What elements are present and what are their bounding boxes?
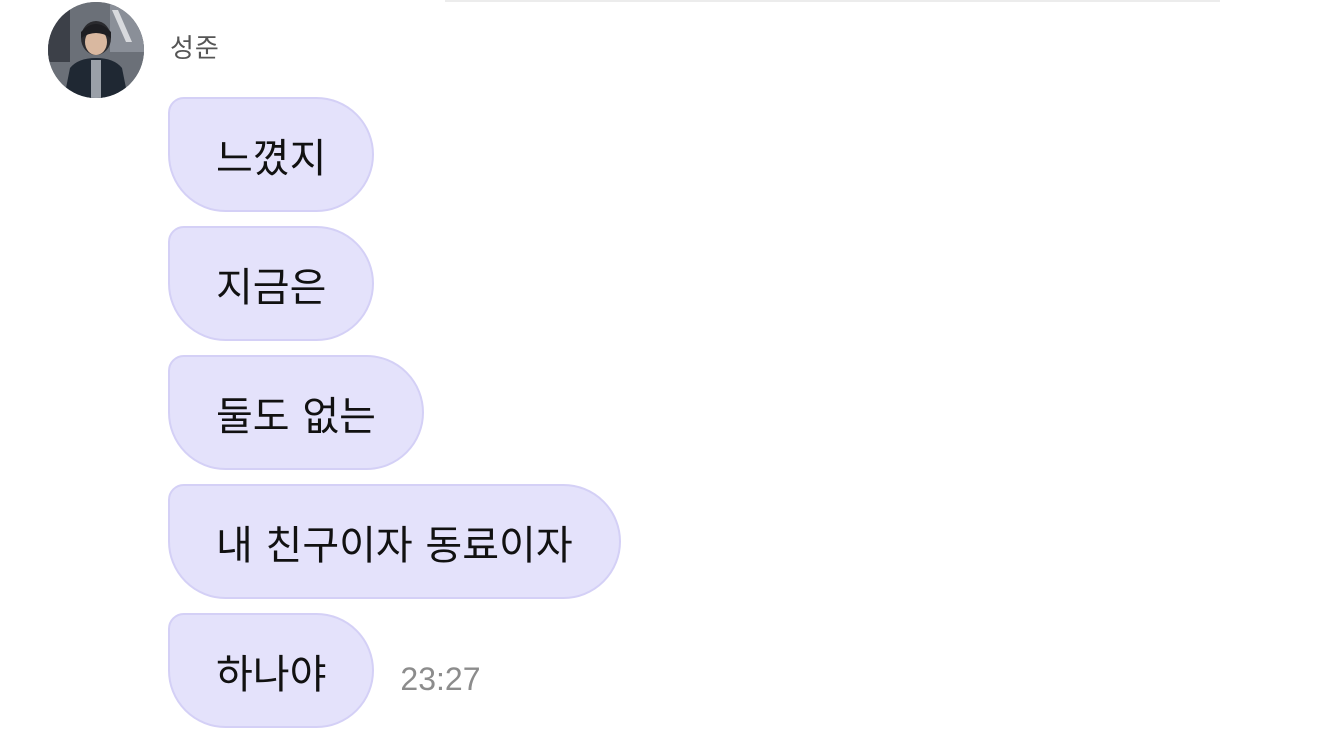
sender-name: 성준 [170,34,220,64]
message-bubble[interactable]: 하나야 [168,613,375,728]
message-list: 느꼈지 지금은 둘도 없는 내 친구이자 동료이자 하나야 23:27 [168,97,621,742]
top-divider [445,0,1220,2]
message-row: 둘도 없는 [168,355,621,470]
avatar-photo-icon [48,2,144,98]
message-row: 내 친구이자 동료이자 [168,484,621,599]
message-bubble[interactable]: 내 친구이자 동료이자 [168,484,621,599]
chat-window: 성준 느꼈지 지금은 둘도 없는 내 친구이자 동료이자 하나야 23:27 [0,0,1320,746]
message-row: 지금은 [168,226,621,341]
message-bubble[interactable]: 느꼈지 [168,97,375,212]
avatar[interactable] [48,2,144,98]
message-bubble[interactable]: 지금은 [168,226,375,341]
message-timestamp: 23:27 [400,661,481,697]
message-bubble[interactable]: 둘도 없는 [168,355,424,470]
message-row: 느꼈지 [168,97,621,212]
message-row: 하나야 23:27 [168,613,621,728]
